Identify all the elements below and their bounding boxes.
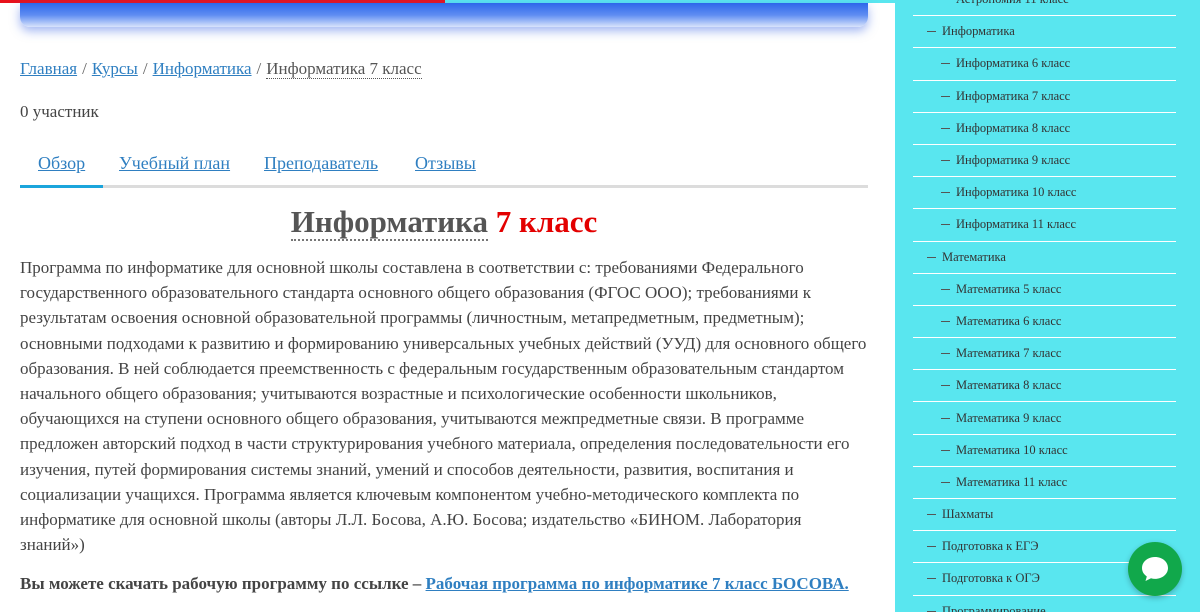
sidebar-item-label: Информатика — [942, 24, 1015, 39]
sidebar-item[interactable]: Астрономия 11 класс — [913, 0, 1176, 17]
hero-banner — [20, 3, 868, 27]
dash-icon — [941, 417, 950, 419]
download-program-link[interactable]: Рабочая программа по информатике 7 класс… — [426, 574, 849, 593]
download-text: Вы можете скачать рабочую программу по с… — [20, 574, 422, 593]
dash-icon — [927, 31, 936, 33]
chat-bubble-icon — [1142, 557, 1168, 581]
sidebar: Астрономия 11 класс Информатика Информатик… — [895, 0, 1200, 612]
tab-overview[interactable]: Обзор — [19, 153, 104, 188]
sidebar-item-label: Математика 9 класс — [956, 410, 1062, 425]
sidebar-item[interactable]: Информатика 6 класс — [913, 48, 1176, 81]
dash-icon — [941, 320, 950, 322]
course-title-subject: Информатика — [290, 204, 488, 241]
sidebar-item[interactable]: Информатика 8 класс — [913, 113, 1176, 145]
dash-icon — [927, 578, 936, 580]
dash-icon — [927, 546, 936, 548]
sidebar-item-label: Математика — [942, 249, 1006, 264]
sidebar-item[interactable]: Информатика 10 класс — [913, 177, 1176, 210]
sidebar-item-label: Астрономия 11 класс — [956, 0, 1069, 7]
breadcrumb: Главная / Курсы / Информатика / Информатика 7 … — [20, 59, 422, 79]
breadcrumb-separator: / — [256, 59, 262, 78]
sidebar-item[interactable]: Математика 9 класс — [913, 402, 1176, 435]
sidebar-item[interactable]: Математика 10 класс — [913, 435, 1176, 467]
tab-curriculum[interactable]: Учебный план — [119, 153, 230, 174]
sidebar-item-label: Подготовка к ОГЭ — [942, 571, 1040, 586]
sidebar-item-label: Математика 7 класс — [956, 346, 1062, 361]
sidebar-item-label: Программирование — [942, 603, 1046, 612]
dash-icon — [941, 481, 950, 483]
sidebar-item-label: Информатика 6 класс — [956, 56, 1071, 71]
sidebar-item-label: Информатика 8 класс — [956, 120, 1071, 135]
dash-icon — [941, 63, 950, 65]
sidebar-item-label: Математика 5 класс — [956, 281, 1062, 296]
sidebar-item[interactable]: Математика — [913, 242, 1176, 274]
sidebar-item-label: Информатика 11 класс — [956, 217, 1077, 232]
breadcrumb-separator: / — [82, 59, 87, 78]
sidebar-menu: Астрономия 11 класс Информатика Информатик… — [913, 0, 1176, 612]
sidebar-item[interactable]: Информатика 11 класс — [913, 209, 1176, 242]
breadcrumb-courses-link[interactable]: Курсы — [92, 59, 138, 78]
dash-icon — [927, 514, 936, 516]
course-description: Программа по информатике для основной шк… — [20, 258, 867, 555]
dash-icon — [941, 95, 950, 97]
chat-button[interactable] — [1128, 542, 1182, 596]
sidebar-item-label: Информатика 10 класс — [956, 185, 1077, 200]
sidebar-item[interactable]: Математика 8 класс — [913, 370, 1176, 403]
breadcrumb-category-link[interactable]: Информатика — [153, 59, 252, 78]
participants-count: 0 участник — [20, 102, 99, 121]
sidebar-item-label: Информатика 9 класс — [956, 153, 1071, 168]
dash-icon — [941, 224, 950, 226]
breadcrumb-home-link[interactable]: Главная — [20, 59, 77, 78]
sidebar-item[interactable]: Информатика — [913, 16, 1176, 49]
course-title: Информатика 7 класс — [20, 204, 868, 241]
dash-icon — [941, 192, 950, 194]
sidebar-item-label: Математика 11 класс — [956, 474, 1068, 489]
sidebar-item[interactable]: Математика 5 класс — [913, 274, 1176, 306]
sidebar-item[interactable]: Информатика 9 класс — [913, 145, 1176, 178]
breadcrumb-current: Информатика 7 класс — [266, 59, 422, 79]
sidebar-item-label: Математика 10 класс — [956, 442, 1068, 457]
sidebar-item-label: Шахматы — [942, 507, 994, 522]
dash-icon — [941, 288, 950, 290]
tab-reviews[interactable]: Отзывы — [415, 153, 476, 174]
dash-icon — [941, 449, 950, 451]
sidebar-item[interactable]: Шахматы — [913, 499, 1176, 532]
sidebar-item-label: Математика 8 класс — [956, 378, 1062, 393]
sidebar-item[interactable]: Информатика 7 класс — [913, 81, 1176, 113]
breadcrumb-separator: / — [142, 59, 148, 78]
sidebar-item[interactable]: Математика 11 класс — [913, 467, 1176, 499]
download-paragraph: Вы можете скачать рабочую программу по с… — [20, 571, 868, 596]
main-content: Главная / Курсы / Информатика / Информатика 7 … — [0, 0, 895, 612]
course-tabs: Обзор Учебный план Преподаватель Отзывы — [19, 148, 868, 188]
sidebar-item[interactable]: Математика 6 класс — [913, 306, 1176, 339]
dash-icon — [941, 353, 950, 355]
dash-icon — [941, 160, 950, 162]
sidebar-item-label: Информатика 7 класс — [956, 88, 1071, 103]
tab-instructor[interactable]: Преподаватель — [264, 153, 378, 174]
sidebar-item[interactable]: Программирование — [913, 596, 1176, 612]
course-title-grade: 7 класс — [495, 204, 598, 239]
sidebar-item-label: Математика 6 класс — [956, 313, 1062, 328]
dash-icon — [927, 256, 936, 258]
sidebar-item-label: Подготовка к ЕГЭ — [942, 539, 1039, 554]
sidebar-item[interactable]: Математика 7 класс — [913, 338, 1176, 371]
dash-icon — [941, 127, 950, 129]
dash-icon — [941, 385, 950, 387]
